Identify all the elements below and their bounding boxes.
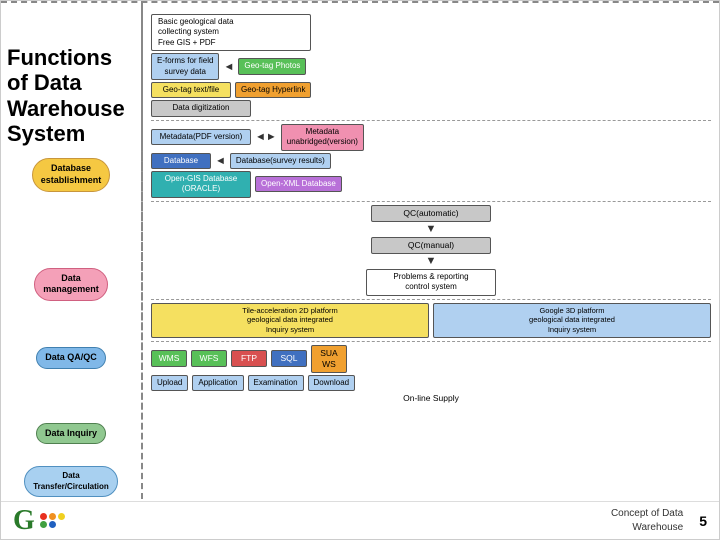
database-survey-box: Database(survey results) bbox=[230, 153, 331, 169]
arrow2: ◄► bbox=[255, 131, 277, 143]
spacer2 bbox=[7, 309, 135, 339]
label-data-transfer: Data Transfer/Circulation bbox=[7, 466, 135, 497]
label-data-qaqc: Data QA/QC bbox=[7, 347, 135, 369]
label-db-establishment: Database establishment bbox=[7, 158, 135, 191]
online-supply-text: On-line Supply bbox=[403, 393, 459, 403]
opengis-box: Open-GIS Database (ORACLE) bbox=[151, 171, 251, 198]
label-data-inquiry: Data Inquiry bbox=[7, 423, 135, 445]
logo-dots-container bbox=[40, 513, 65, 528]
vertical-divider bbox=[141, 1, 143, 499]
transfer-row2: Upload Application Examination Download bbox=[151, 375, 711, 391]
transfer-content: WMS WFS FTP SQL SUA WS Upload Applicatio… bbox=[151, 345, 711, 403]
db-establishment-label: Database establishment bbox=[32, 158, 111, 191]
metadata-pdf-box: Metadata(PDF version) bbox=[151, 129, 251, 145]
logo-area: G bbox=[13, 507, 65, 535]
data-digitization-box: Data digitization bbox=[151, 100, 251, 116]
tile-2d-box: Tile-acceleration 2D platform geological… bbox=[151, 303, 429, 338]
sql-box: SQL bbox=[271, 350, 307, 367]
geotag-photos-box: Geo-tag Photos bbox=[238, 58, 306, 74]
transfer-row1: WMS WFS FTP SQL SUA WS bbox=[151, 345, 711, 373]
geotag-hyperlink-box: Geo-tag Hyperlink bbox=[235, 82, 311, 98]
data-inquiry-label: Data Inquiry bbox=[36, 423, 106, 445]
basic-geo-box: Basic geological data collecting system … bbox=[151, 14, 311, 51]
arrow-down2: ▼ bbox=[151, 256, 711, 267]
problems-reporting-box: Problems & reporting control system bbox=[366, 269, 496, 296]
data-management-label: Data management bbox=[34, 268, 108, 301]
geotag-text-box: Geo-tag text/file bbox=[151, 82, 231, 98]
spacer4 bbox=[7, 452, 135, 458]
data-mgmt-content: Metadata(PDF version) ◄► Metadata unabri… bbox=[151, 124, 711, 198]
page-number: 5 bbox=[699, 513, 707, 529]
wfs-box: WFS bbox=[191, 350, 227, 367]
arrow3: ◄ bbox=[215, 155, 226, 167]
arrow-down1: ▼ bbox=[151, 224, 711, 235]
db-row3: Geo-tag text/file Geo-tag Hyperlink bbox=[151, 82, 711, 98]
logo-dot-green bbox=[40, 521, 47, 528]
qaqc-row2: QC(manual) bbox=[151, 237, 711, 254]
left-pane: Functions of Data Warehouse System Datab… bbox=[1, 7, 141, 499]
inquiry-content: Tile-acceleration 2D platform geological… bbox=[151, 303, 711, 338]
transfer-row3: On-line Supply bbox=[151, 393, 711, 403]
data-qaqc-label: Data QA/QC bbox=[36, 347, 106, 369]
qaqc-content: QC(automatic) ▼ QC(manual) ▼ Problems & … bbox=[151, 205, 711, 296]
section-labels: Database establishment Data management D… bbox=[7, 158, 135, 497]
qc-auto-box: QC(automatic) bbox=[371, 205, 491, 222]
metadata-unabridged-box: Metadata unabridged(version) bbox=[281, 124, 364, 151]
logo-dots-row2 bbox=[40, 521, 65, 528]
arrow1: ◄ bbox=[223, 61, 234, 73]
qaqc-row3: Problems & reporting control system bbox=[151, 269, 711, 296]
openxml-box: Open-XML Database bbox=[255, 176, 342, 192]
bottom-bar: G Concept of Data Warehouse 5 bbox=[1, 501, 719, 539]
concept-label: Concept of Data Warehouse bbox=[611, 507, 683, 535]
database-box: Database bbox=[151, 153, 211, 169]
page-title: Functions of Data Warehouse System bbox=[7, 45, 135, 146]
logo-dots-row1 bbox=[40, 513, 65, 520]
spacer3 bbox=[7, 377, 135, 415]
section-data-inquiry: Tile-acceleration 2D platform geological… bbox=[151, 300, 711, 342]
logo-dot-yellow bbox=[58, 513, 65, 520]
inquiry-row1: Tile-acceleration 2D platform geological… bbox=[151, 303, 711, 338]
right-pane: Basic geological data collecting system … bbox=[141, 7, 719, 499]
db-row4: Data digitization bbox=[151, 100, 711, 116]
db-row1: Basic geological data collecting system … bbox=[151, 14, 711, 51]
logo-dot-orange bbox=[49, 513, 56, 520]
section-db-establishment: Basic geological data collecting system … bbox=[151, 11, 711, 121]
logo-dot-red bbox=[40, 513, 47, 520]
dm-row3: Open-GIS Database (ORACLE) Open-XML Data… bbox=[151, 171, 711, 198]
eforms-box: E-forms for field survey data bbox=[151, 53, 219, 80]
bottom-right: Concept of Data Warehouse 5 bbox=[611, 507, 707, 535]
wms-box: WMS bbox=[151, 350, 187, 367]
application-box: Application bbox=[192, 375, 243, 391]
google-3d-box: Google 3D platform geological data integ… bbox=[433, 303, 711, 338]
section-data-transfer: WMS WFS FTP SQL SUA WS Upload Applicatio… bbox=[151, 342, 711, 406]
download-box: Download bbox=[308, 375, 356, 391]
dm-row1: Metadata(PDF version) ◄► Metadata unabri… bbox=[151, 124, 711, 151]
logo-dot-blue bbox=[49, 521, 56, 528]
dm-row2: Database ◄ Database(survey results) bbox=[151, 153, 711, 169]
top-dashed-line bbox=[1, 1, 719, 3]
db-establish-content: Basic geological data collecting system … bbox=[151, 14, 711, 117]
logo-letter: G bbox=[13, 507, 35, 535]
upload-box: Upload bbox=[151, 375, 188, 391]
section-data-qaqc: QC(automatic) ▼ QC(manual) ▼ Problems & … bbox=[151, 202, 711, 300]
examination-box: Examination bbox=[248, 375, 304, 391]
db-row2: E-forms for field survey data ◄ Geo-tag … bbox=[151, 53, 711, 80]
page: Functions of Data Warehouse System Datab… bbox=[0, 0, 720, 540]
qaqc-row1: QC(automatic) bbox=[151, 205, 711, 222]
section-data-management: Metadata(PDF version) ◄► Metadata unabri… bbox=[151, 121, 711, 202]
sua-ws-box: SUA WS bbox=[311, 345, 347, 373]
label-data-management: Data management bbox=[7, 268, 135, 301]
qc-manual-box: QC(manual) bbox=[371, 237, 491, 254]
ftp-box: FTP bbox=[231, 350, 267, 367]
data-transfer-label: Data Transfer/Circulation bbox=[24, 466, 118, 497]
spacer1 bbox=[7, 200, 135, 260]
